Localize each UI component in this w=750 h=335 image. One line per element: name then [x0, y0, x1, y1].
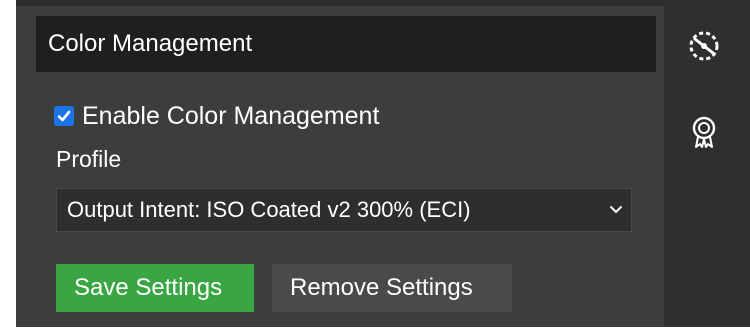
profile-select-value: Output Intent: ISO Coated v2 300% (ECI) [67, 197, 471, 222]
certificate-badge-icon[interactable] [684, 112, 724, 152]
color-management-icon[interactable] [684, 26, 724, 66]
profile-label: Profile [56, 146, 122, 172]
checkmark-icon [57, 110, 71, 122]
right-sidebar [664, 0, 750, 327]
enable-color-management-row[interactable]: Enable Color Management [54, 101, 379, 131]
panel-title: Color Management [36, 16, 656, 72]
remove-settings-button[interactable]: Remove Settings [272, 264, 512, 312]
profile-select[interactable]: Output Intent: ISO Coated v2 300% (ECI) [56, 188, 632, 232]
enable-color-management-label: Enable Color Management [82, 101, 380, 130]
color-management-panel: Color Management Enable Color Management… [16, 6, 664, 327]
save-settings-button[interactable]: Save Settings [56, 264, 254, 312]
enable-color-management-checkbox[interactable] [54, 106, 74, 126]
chevron-down-icon [601, 188, 631, 232]
